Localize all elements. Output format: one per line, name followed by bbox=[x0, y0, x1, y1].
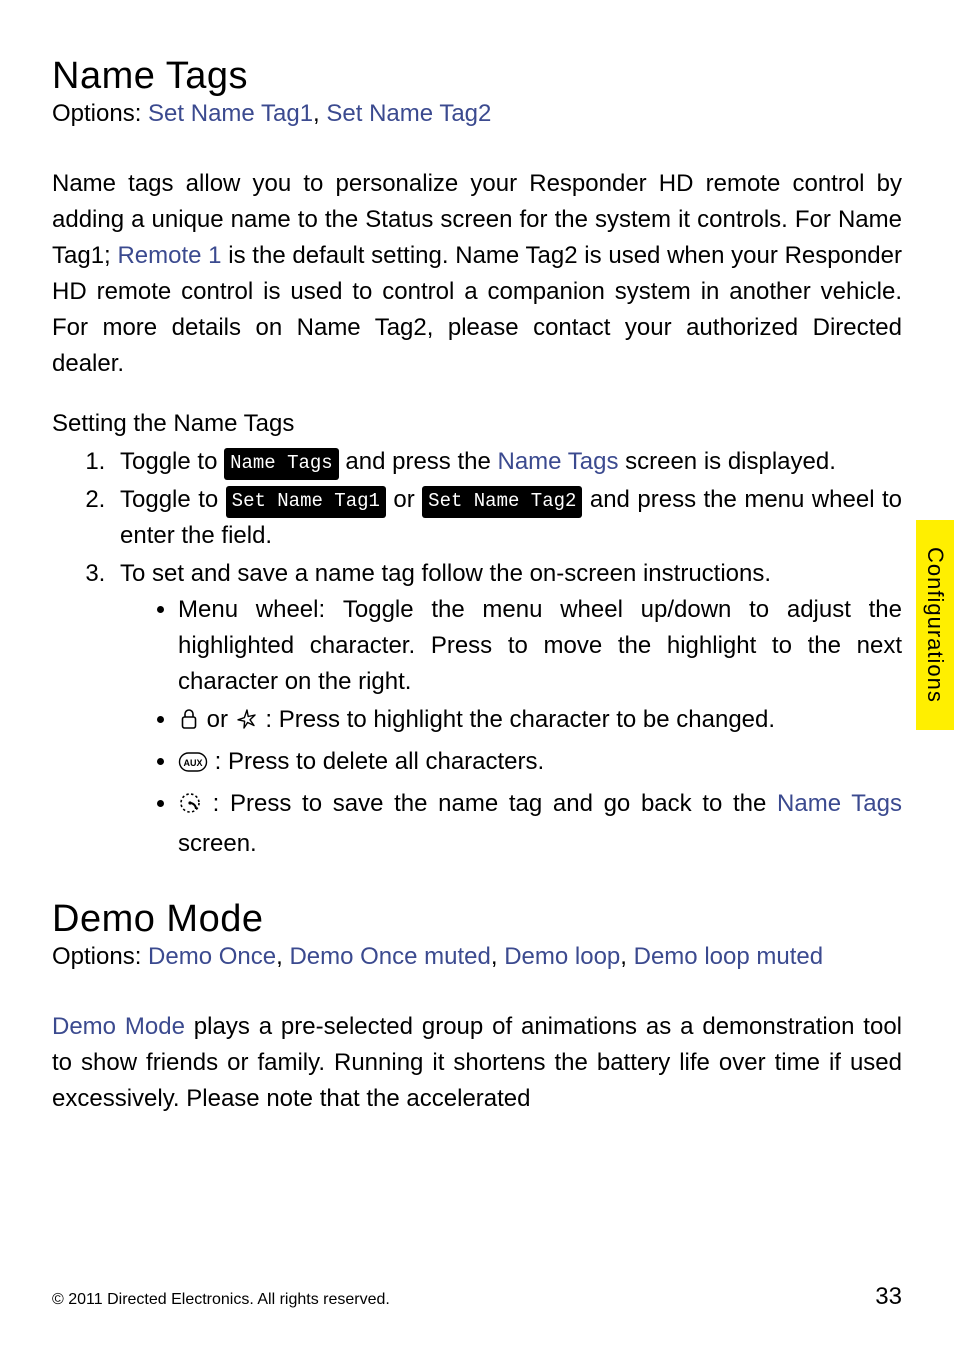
page-number: 33 bbox=[875, 1283, 902, 1311]
text-segment: to bbox=[191, 448, 224, 475]
press-label: Press bbox=[228, 748, 289, 775]
text-segment: to bbox=[191, 486, 226, 513]
chip-set-name-tag2: Set Name Tag2 bbox=[422, 486, 582, 518]
text-segment: : bbox=[259, 706, 279, 733]
text-segment: and bbox=[582, 486, 637, 513]
press-label: press bbox=[392, 448, 451, 475]
document-page: Name Tags Options: Set Name Tag1, Set Na… bbox=[0, 0, 954, 1359]
bullet-aux: AUX : Press to delete all characters. bbox=[178, 744, 902, 784]
setting-steps-list: Toggle to Name Tags and press the Name T… bbox=[52, 444, 902, 862]
options-label: Options: bbox=[52, 943, 148, 970]
subheading-setting-name-tags: Setting the Name Tags bbox=[52, 410, 902, 438]
heading-name-tags: Name Tags bbox=[52, 55, 902, 98]
svg-text:AUX: AUX bbox=[183, 758, 202, 768]
text-segment: the bbox=[451, 448, 498, 475]
demo-mode-highlight: Demo Mode bbox=[52, 1013, 185, 1040]
step3-intro: To set and save a name tag follow the on… bbox=[120, 560, 771, 587]
demo-mode-description: Demo Mode plays a pre-selected group of … bbox=[52, 1009, 902, 1117]
chip-name-tags: Name Tags bbox=[224, 448, 339, 480]
text-segment: and bbox=[339, 448, 392, 475]
text-segment: to delete all characters. bbox=[289, 748, 544, 775]
option-separator: , bbox=[313, 100, 326, 127]
copyright-text: © 2011 Directed Electronics. All rights … bbox=[52, 1291, 390, 1309]
option-separator: , bbox=[491, 943, 504, 970]
side-tab-label: Configurations bbox=[922, 547, 948, 703]
toggle-label: Toggle bbox=[120, 448, 191, 475]
press-label: press bbox=[637, 486, 696, 513]
text-segment: to highlight the character to be changed… bbox=[340, 706, 775, 733]
bullet-function: : Press to save the name tag and go back… bbox=[178, 786, 902, 862]
lock-icon bbox=[178, 706, 200, 742]
option-demo-once-muted: Demo Once muted bbox=[289, 943, 490, 970]
text-segment: screen. bbox=[178, 830, 257, 857]
press-label: Press bbox=[279, 706, 340, 733]
name-tags-description: Name tags allow you to personalize your … bbox=[52, 166, 902, 382]
remote1-highlight: Remote 1 bbox=[117, 242, 221, 269]
text-segment: or bbox=[386, 486, 422, 513]
option-demo-once: Demo Once bbox=[148, 943, 276, 970]
star-icon bbox=[235, 706, 259, 742]
text-segment: or bbox=[207, 706, 228, 733]
step-2: Toggle to Set Name Tag1 or Set Name Tag2… bbox=[112, 482, 902, 554]
options-label: Options: bbox=[52, 100, 148, 127]
option-separator: , bbox=[276, 943, 289, 970]
option-set-name-tag2: Set Name Tag2 bbox=[326, 100, 491, 127]
step-3: To set and save a name tag follow the on… bbox=[112, 556, 902, 862]
section-demo-mode: Demo Mode Options: Demo Once, Demo Once … bbox=[52, 898, 902, 1117]
text-segment: screen is displayed. bbox=[618, 448, 835, 475]
option-separator: , bbox=[620, 943, 633, 970]
function-icon bbox=[178, 790, 202, 826]
name-tags-screen-highlight: Name Tags bbox=[498, 448, 619, 475]
text-segment: to save the name tag and go back to the bbox=[291, 790, 777, 817]
press-label: Press bbox=[431, 632, 492, 659]
name-tags-options: Options: Set Name Tag1, Set Name Tag2 bbox=[52, 100, 902, 128]
side-tab-configurations: Configurations bbox=[916, 520, 954, 730]
option-demo-loop: Demo loop bbox=[504, 943, 620, 970]
aux-icon: AUX bbox=[178, 748, 208, 784]
toggle-label: Toggle bbox=[343, 596, 414, 623]
name-tags-highlight: Name Tags bbox=[777, 790, 902, 817]
step3-sublist: Menu wheel: Toggle the menu wheel up/dow… bbox=[120, 592, 902, 862]
page-footer: © 2011 Directed Electronics. All rights … bbox=[52, 1283, 902, 1311]
demo-mode-options: Options: Demo Once, Demo Once muted, Dem… bbox=[52, 943, 902, 971]
bullet-menu-wheel: Menu wheel: Toggle the menu wheel up/dow… bbox=[178, 592, 902, 700]
text-segment: Menu wheel: bbox=[178, 596, 343, 623]
bullet-lock-star: or : Press to highlight the character to… bbox=[178, 702, 902, 742]
option-demo-loop-muted: Demo loop muted bbox=[634, 943, 823, 970]
chip-set-name-tag1: Set Name Tag1 bbox=[226, 486, 386, 518]
heading-demo-mode: Demo Mode bbox=[52, 898, 902, 941]
step-1: Toggle to Name Tags and press the Name T… bbox=[112, 444, 902, 480]
press-label: Press bbox=[230, 790, 291, 817]
text-segment: : bbox=[202, 790, 230, 817]
toggle-label: Toggle bbox=[120, 486, 191, 513]
option-set-name-tag1: Set Name Tag1 bbox=[148, 100, 313, 127]
text-segment: : bbox=[208, 748, 228, 775]
